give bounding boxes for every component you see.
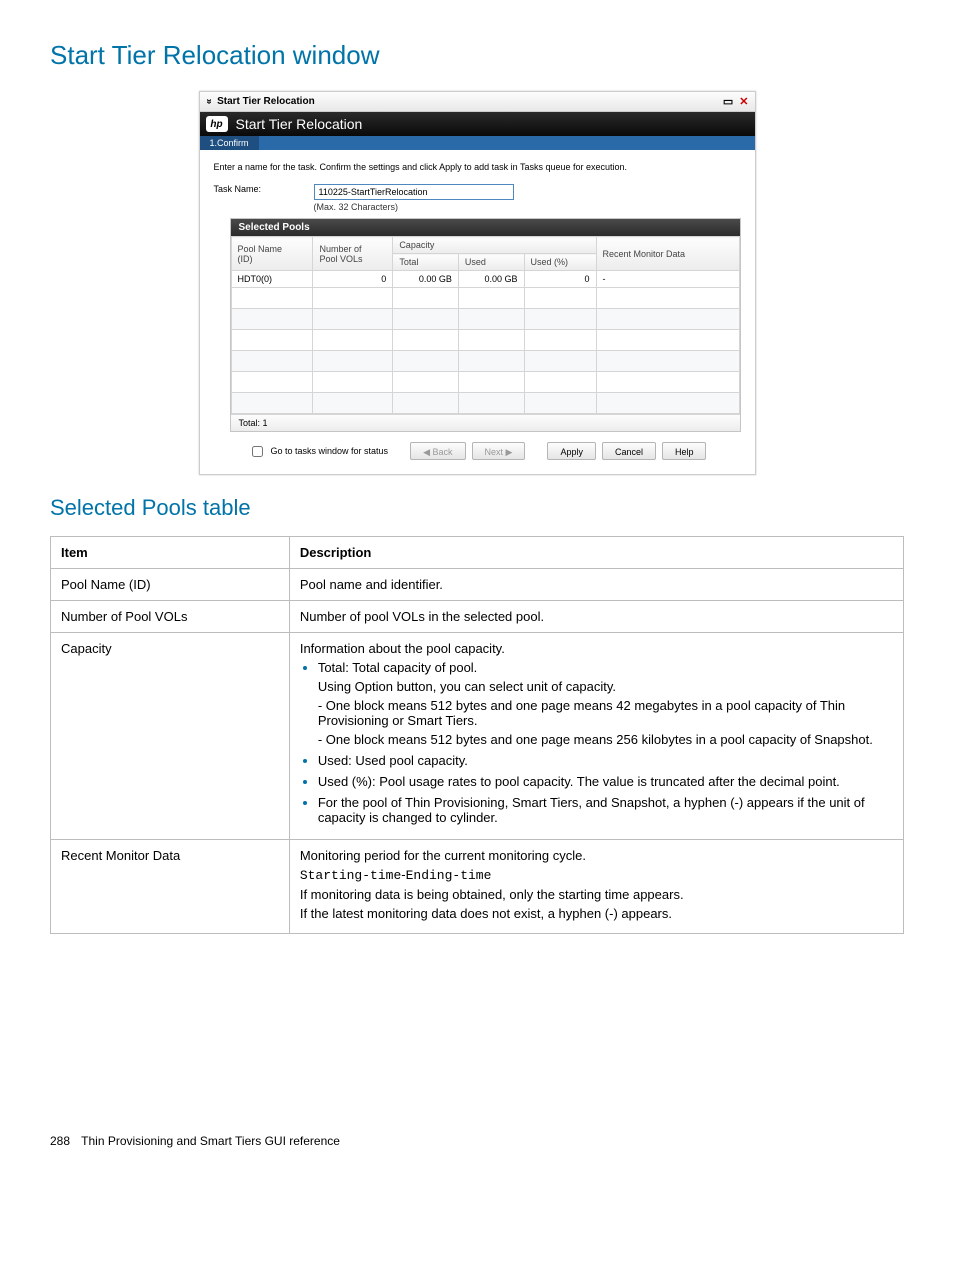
selected-pools-box: Selected Pools Pool Name (ID) Number of … [230, 218, 741, 432]
page-footer: 288 Thin Provisioning and Smart Tiers GU… [50, 1134, 904, 1148]
list-item: Total: Total capacity of pool. Using Opt… [318, 660, 893, 747]
desc-cell: Number of pool VOLs in the selected pool… [289, 601, 903, 633]
chapter-title: Thin Provisioning and Smart Tiers GUI re… [81, 1134, 340, 1148]
go-to-tasks-checkbox[interactable] [252, 446, 263, 457]
selected-pools-table: Pool Name (ID) Number of Pool VOLs Capac… [231, 236, 740, 414]
col-monitor: Recent Monitor Data [596, 237, 739, 271]
app-window: « Start Tier Relocation ▭ ✕ hp Start Tie… [199, 91, 756, 475]
desc-cell: Information about the pool capacity. Tot… [289, 633, 903, 840]
col-num-vols: Number of Pool VOLs [313, 237, 393, 271]
cancel-button[interactable]: Cancel [602, 442, 656, 460]
back-button[interactable]: ◀ Back [410, 442, 465, 460]
help-button[interactable]: Help [662, 442, 707, 460]
table-row: Number of Pool VOLs Number of pool VOLs … [51, 601, 904, 633]
table-row: Recent Monitor Data Monitoring period fo… [51, 840, 904, 934]
page-title: Start Tier Relocation window [50, 40, 904, 71]
table-row[interactable]: HDT0(0) 0 0.00 GB 0.00 GB 0 - [231, 271, 739, 288]
description-table: Item Description Pool Name (ID) Pool nam… [50, 536, 904, 934]
cell-pool-name: HDT0(0) [231, 271, 313, 288]
app-titlebar: « Start Tier Relocation ▭ ✕ [200, 92, 755, 112]
col-total: Total [393, 254, 459, 271]
col-used: Used [458, 254, 524, 271]
wizard-tabs: 1.Confirm [200, 136, 755, 150]
section-title: Selected Pools table [50, 495, 904, 521]
next-button[interactable]: Next ▶ [472, 442, 526, 460]
desc-cell: Monitoring period for the current monito… [289, 840, 903, 934]
collapse-icon[interactable]: « [203, 99, 214, 105]
page-number: 288 [50, 1134, 70, 1148]
task-name-hint: (Max. 32 Characters) [314, 202, 514, 212]
list-item: For the pool of Thin Provisioning, Smart… [318, 795, 893, 825]
list-item: Used: Used pool capacity. [318, 753, 893, 768]
table-row: Pool Name (ID) Pool name and identifier. [51, 569, 904, 601]
close-icon[interactable]: ✕ [739, 95, 748, 108]
item-cell: Capacity [51, 633, 290, 840]
restore-icon[interactable]: ▭ [723, 95, 733, 108]
app-header-title: Start Tier Relocation [236, 116, 363, 132]
col-used-pct: Used (%) [524, 254, 596, 271]
cell-used-pct: 0 [524, 271, 596, 288]
go-to-tasks-label: Go to tasks window for status [271, 446, 389, 456]
selected-pools-header: Selected Pools [231, 219, 740, 236]
col-item: Item [51, 537, 290, 569]
desc-cell: Pool name and identifier. [289, 569, 903, 601]
app-header: hp Start Tier Relocation [200, 112, 755, 136]
instruction-text: Enter a name for the task. Confirm the s… [214, 162, 741, 172]
list-item: Used (%): Pool usage rates to pool capac… [318, 774, 893, 789]
pools-total-footer: Total: 1 [231, 414, 740, 431]
cell-used: 0.00 GB [458, 271, 524, 288]
cell-monitor: - [596, 271, 739, 288]
table-row: Capacity Information about the pool capa… [51, 633, 904, 840]
task-name-label: Task Name: [214, 184, 294, 194]
item-cell: Pool Name (ID) [51, 569, 290, 601]
item-cell: Number of Pool VOLs [51, 601, 290, 633]
titlebar-text: Start Tier Relocation [217, 96, 315, 107]
cell-total: 0.00 GB [393, 271, 459, 288]
cell-num-vols: 0 [313, 271, 393, 288]
col-pool-name: Pool Name (ID) [231, 237, 313, 271]
hp-logo-icon: hp [206, 116, 228, 132]
wizard-step-confirm[interactable]: 1.Confirm [200, 136, 260, 150]
col-capacity: Capacity [393, 237, 596, 254]
button-row: Go to tasks window for status ◀ Back Nex… [214, 432, 741, 468]
item-cell: Recent Monitor Data [51, 840, 290, 934]
apply-button[interactable]: Apply [547, 442, 596, 460]
task-name-input[interactable] [314, 184, 514, 200]
col-description: Description [289, 537, 903, 569]
